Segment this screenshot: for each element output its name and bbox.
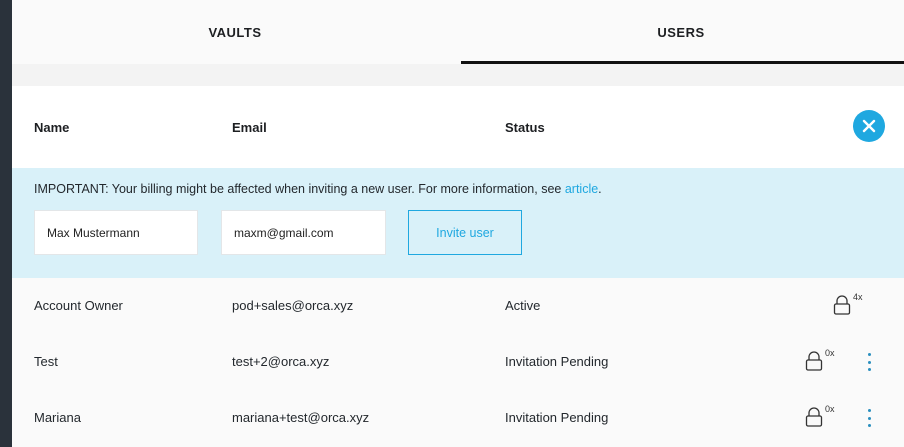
vault-count: 4x: [853, 292, 863, 302]
invite-user-button[interactable]: Invite user: [408, 210, 522, 255]
table-row: Mariana mariana+test@orca.xyz Invitation…: [12, 390, 904, 446]
invite-email-input[interactable]: [221, 210, 386, 255]
vault-access-button[interactable]: 4x: [832, 292, 863, 316]
lock-icon: [805, 407, 823, 427]
spacer: [12, 64, 904, 86]
user-email: mariana+test@orca.xyz: [232, 410, 370, 425]
lock-icon: [833, 295, 851, 315]
tab-vaults[interactable]: VAULTS: [12, 0, 458, 64]
close-icon: [862, 119, 876, 133]
vault-access-button[interactable]: 0x: [804, 348, 835, 372]
row-menu-button[interactable]: [862, 350, 876, 374]
user-email: test+2@orca.xyz: [232, 354, 330, 369]
column-header-name: Name: [34, 120, 70, 135]
invite-user-form: IMPORTANT: Your billing might be affecte…: [12, 168, 904, 278]
vault-access-button[interactable]: 0x: [804, 404, 835, 428]
column-header-status: Status: [505, 120, 545, 135]
vault-count: 0x: [825, 404, 835, 414]
invite-name-input[interactable]: [34, 210, 198, 255]
column-header-email: Email: [232, 120, 267, 135]
kebab-icon: [867, 409, 871, 412]
user-name: Test: [34, 354, 58, 369]
table-row: Account Owner pod+sales@orca.xyz Active …: [12, 278, 904, 334]
kebab-icon: [867, 353, 871, 356]
user-status: Active: [505, 298, 541, 313]
table-row: Test test+2@orca.xyz Invitation Pending …: [12, 334, 904, 390]
article-link[interactable]: article: [565, 182, 598, 196]
close-invite-button[interactable]: [853, 110, 885, 142]
tab-bar: VAULTS USERS: [12, 0, 904, 64]
user-name: Account Owner: [34, 298, 123, 313]
billing-notice: IMPORTANT: Your billing might be affecte…: [34, 182, 602, 196]
user-status: Invitation Pending: [505, 354, 609, 369]
users-panel: VAULTS USERS Name Email Status IMPORTANT…: [12, 0, 904, 447]
user-name: Mariana: [34, 410, 81, 425]
billing-notice-text: IMPORTANT: Your billing might be affecte…: [34, 182, 565, 196]
table-header: Name Email Status: [12, 86, 904, 168]
vault-count: 0x: [825, 348, 835, 358]
tab-users[interactable]: USERS: [458, 0, 904, 64]
lock-icon: [805, 351, 823, 371]
billing-notice-end: .: [598, 182, 602, 196]
user-status: Invitation Pending: [505, 410, 609, 425]
row-menu-button[interactable]: [862, 406, 876, 430]
user-email: pod+sales@orca.xyz: [232, 298, 354, 313]
